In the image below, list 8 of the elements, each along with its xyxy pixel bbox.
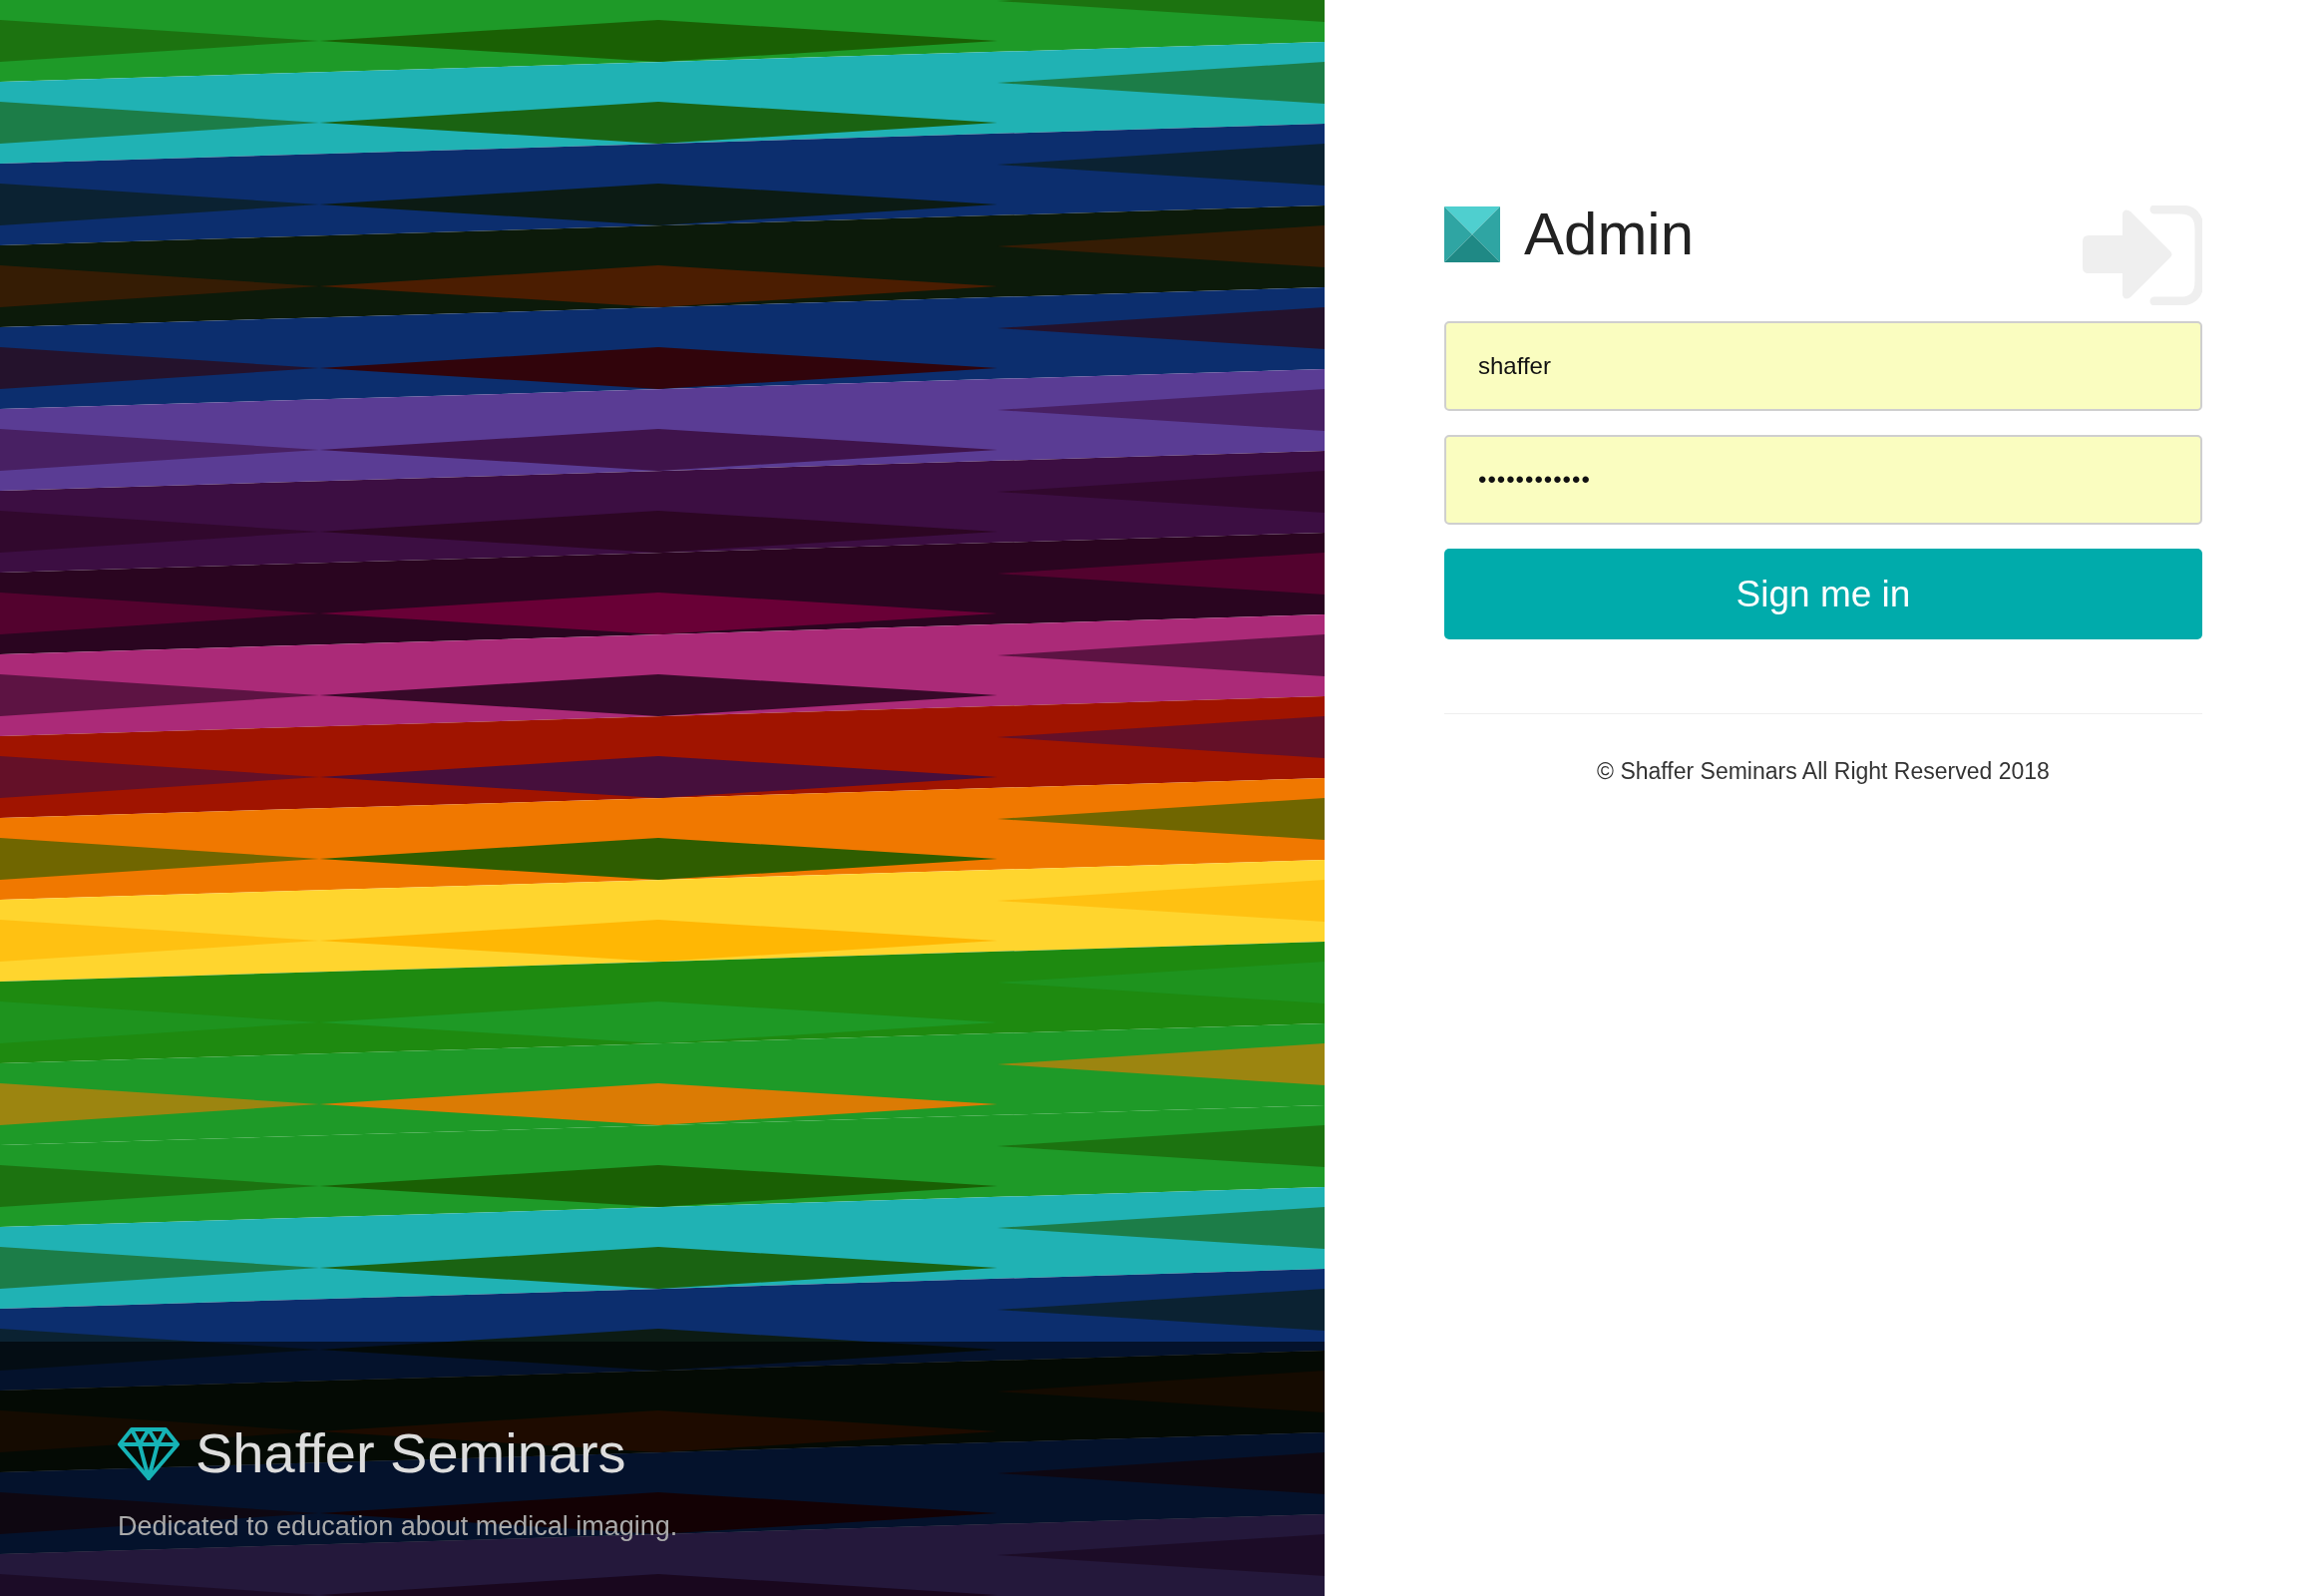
- brand-tagline: Dedicated to education about medical imaging.: [118, 1509, 679, 1543]
- logo-icon: [1444, 206, 1500, 262]
- diamond-icon: [118, 1425, 180, 1480]
- password-field[interactable]: ••••••••••••: [1444, 435, 2202, 525]
- brand-title: Shaffer Seminars: [195, 1421, 626, 1484]
- admin-title: Admin: [1524, 204, 1695, 264]
- username-field[interactable]: shaffer: [1444, 321, 2202, 411]
- copyright-text: © Shaffer Seminars All Right Reserved 2018: [1596, 757, 2051, 786]
